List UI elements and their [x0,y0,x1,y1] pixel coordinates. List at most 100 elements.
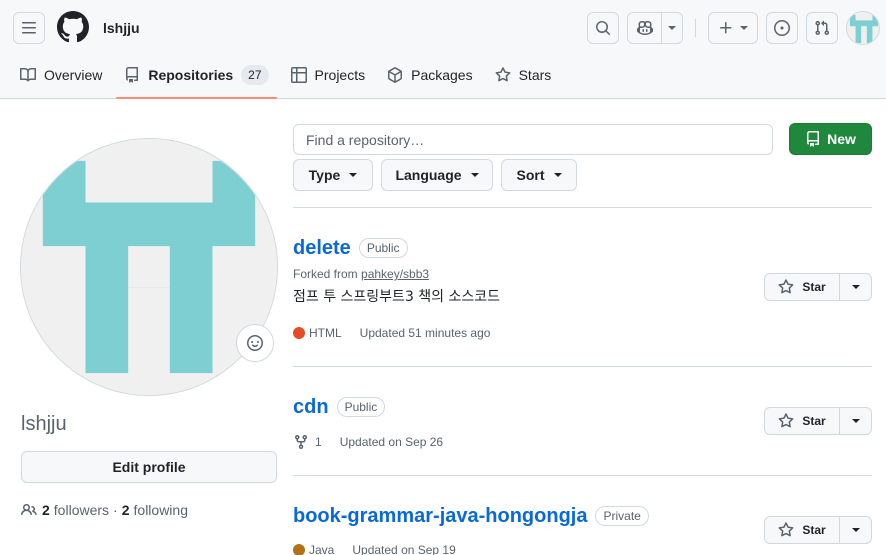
tab-projects[interactable]: Projects [283,56,374,94]
issue-opened-icon [774,20,790,36]
user-avatar-small[interactable] [846,11,880,45]
language-filter-button[interactable]: Language [381,159,493,191]
repo-language: Java [309,543,335,555]
tab-stars[interactable]: Stars [487,56,560,94]
header-username[interactable]: lshjju [103,18,140,38]
repo-meta: 1 Updated on Sep 26 [293,433,443,451]
find-repository-input[interactable] [293,124,773,155]
repo-count-badge: 27 [241,65,269,85]
star-list-dropdown[interactable] [840,408,871,434]
list-divider [293,207,872,208]
visibility-badge: Public [358,238,408,258]
repo-icon [807,131,820,147]
star-button-group: Star [764,273,872,301]
followers-link[interactable]: 2 followers [42,500,109,520]
plus-icon [720,22,732,34]
chevron-down-icon [740,26,748,30]
chevron-down-icon [553,173,562,177]
github-logo-icon[interactable] [57,11,89,43]
profile-tabs: Overview Repositories 27 Projects Packag… [12,56,565,99]
search-button[interactable] [587,12,619,44]
copilot-button-group [627,12,683,44]
tab-packages[interactable]: Packages [379,56,480,94]
repo-icon [126,67,139,83]
filter-label: Sort [516,167,545,183]
star-icon [778,413,794,428]
follow-stats: 2 followers · 2 following [21,500,188,520]
tab-label: Packages [411,67,473,83]
repo-language: HTML [309,326,342,340]
chevron-down-icon [349,173,358,177]
chevron-down-icon [851,419,860,423]
star-icon [778,522,794,537]
forked-from: Forked from pahkey/sbb3 [293,266,429,282]
list-divider [293,475,872,476]
star-icon [495,67,511,82]
chevron-down-icon [851,528,860,532]
edit-profile-button[interactable]: Edit profile [21,451,277,483]
type-filter-button[interactable]: Type [293,159,373,191]
copilot-dropdown[interactable] [662,13,682,43]
repo-updated: Updated on Sep 26 [339,435,444,449]
visibility-badge: Public [336,397,386,417]
issues-button[interactable] [766,12,798,44]
profile-avatar-container [20,138,278,396]
repo-link[interactable]: book-grammar-java-hongongja [293,504,587,528]
star-list-dropdown[interactable] [840,274,871,300]
copilot-button[interactable] [628,13,661,43]
menu-button[interactable] [13,12,45,44]
filter-label: Language [395,167,462,183]
repo-description: 점프 투 스프링부트3 책의 소스코드 [293,289,501,305]
set-status-button[interactable] [236,324,274,362]
tab-overview[interactable]: Overview [12,56,110,94]
filter-label: Type [308,167,341,183]
package-icon [388,67,403,83]
repo-title-row: book-grammar-java-hongongja Private [293,504,649,528]
repo-forked-icon [295,435,307,450]
star-label: Star [802,414,826,428]
avatar[interactable] [20,138,278,396]
follow-separator: · [113,502,118,518]
followers-count: 2 [42,502,50,518]
language-color-dot [293,544,305,555]
pull-requests-button[interactable] [806,12,838,44]
tab-label: Overview [44,67,103,83]
star-button-group: Star [764,516,872,544]
repo-link[interactable]: cdn [293,395,329,419]
forked-prefix: Forked from [293,267,362,281]
star-label: Star [802,523,826,537]
sort-filter-button[interactable]: Sort [501,159,577,191]
forks-link[interactable]: 1 [293,433,322,451]
search-icon [596,21,611,36]
star-button[interactable]: Star [765,517,839,543]
identicon-icon [847,12,879,44]
tab-repositories[interactable]: Repositories 27 [116,56,277,99]
tab-label: Stars [518,67,552,83]
profile-username: lshjju [21,413,67,435]
chevron-down-icon [851,285,860,289]
app-header: lshjju Overview Repositories 27 Projects… [0,0,886,99]
star-list-dropdown[interactable] [840,517,871,543]
chevron-down-icon [668,26,676,30]
repo-title-row: cdn Public [293,395,386,419]
forks-count: 1 [315,435,322,449]
star-button-group: Star [764,407,872,435]
repo-title-row: delete Public [293,236,408,260]
tab-label: Projects [314,67,366,83]
repo-updated: Updated on Sep 19 [352,543,456,555]
star-button[interactable]: Star [765,408,839,434]
repo-meta: HTML Updated 51 minutes ago [293,324,490,342]
repo-updated: Updated 51 minutes ago [359,326,491,340]
smiley-icon [247,335,263,351]
star-button[interactable]: Star [765,274,839,300]
copilot-icon [636,20,653,36]
following-link[interactable]: 2 following [122,500,188,520]
new-button-label: New [827,131,856,147]
forked-source-link[interactable]: pahkey/sbb3 [361,267,429,281]
new-repository-button[interactable]: New [789,123,872,155]
following-count: 2 [121,502,130,518]
people-icon [21,503,37,516]
create-new-button[interactable] [708,12,758,44]
repo-link[interactable]: delete [293,236,351,260]
book-icon [20,67,36,82]
